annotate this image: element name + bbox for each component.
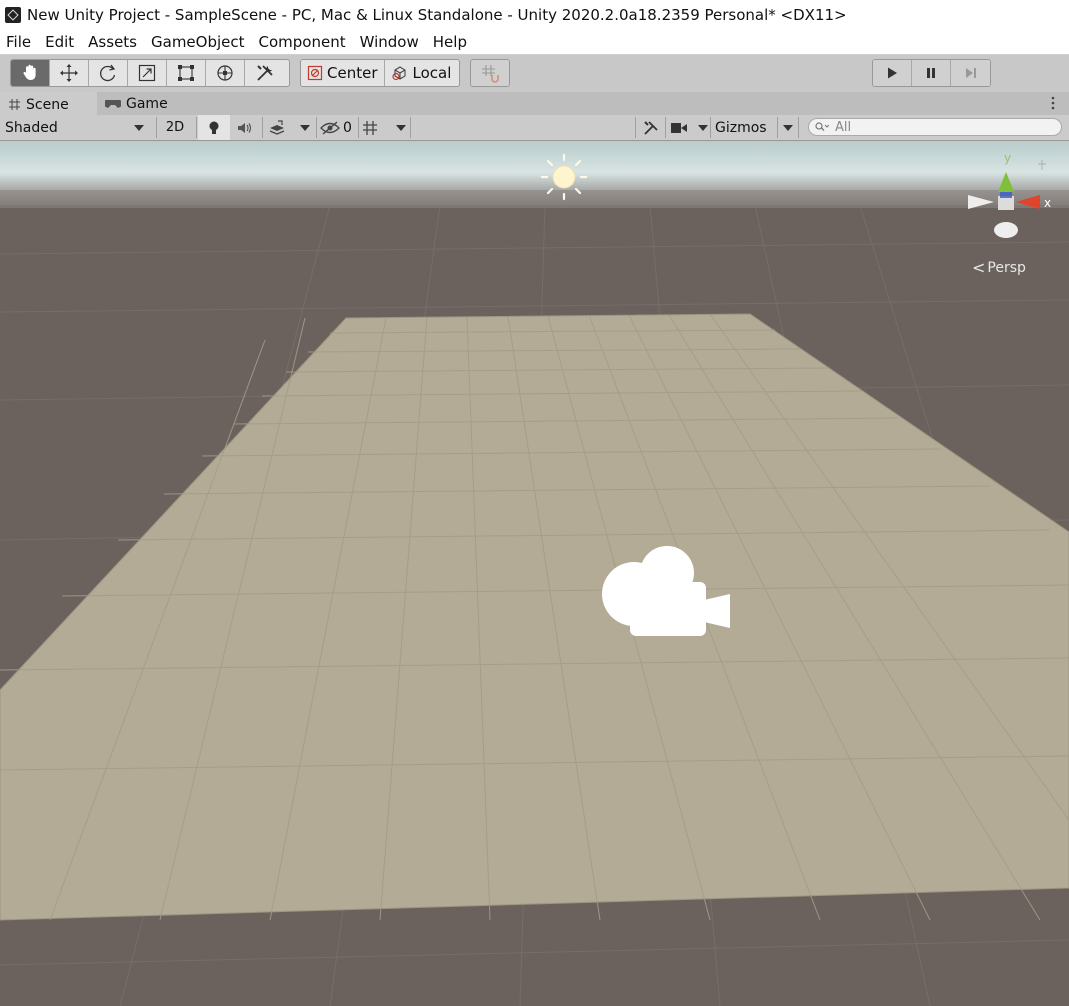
- grid-snap-icon: [482, 65, 499, 83]
- scene-toolbar: Shaded 2D 0 Gizmos All: [0, 115, 1069, 141]
- tab-game-label: Game: [126, 95, 168, 112]
- rect-tool-button[interactable]: [167, 60, 206, 86]
- unity-app-icon: [5, 7, 21, 23]
- lightbulb-icon: [209, 121, 219, 134]
- scale-tool-icon: [138, 64, 156, 82]
- gizmos-dropdown[interactable]: [780, 115, 796, 140]
- gizmos-label: Gizmos: [715, 119, 767, 136]
- menu-file[interactable]: File: [0, 33, 38, 51]
- speaker-icon: [238, 122, 252, 133]
- menu-gameobject[interactable]: GameObject: [144, 33, 252, 51]
- 2d-toggle-label: 2D: [165, 120, 185, 135]
- menu-help[interactable]: Help: [426, 33, 474, 51]
- window-title: New Unity Project - SampleScene - PC, Ma…: [27, 6, 847, 24]
- chevron-down-icon: [396, 124, 406, 131]
- grid-icon: [363, 120, 377, 135]
- main-toolbar: Center Local: [0, 55, 1069, 92]
- grid-snap-button[interactable]: [471, 60, 509, 86]
- rotate-tool-icon: [100, 64, 116, 82]
- rect-tool-icon: [178, 65, 194, 81]
- playback-controls: [872, 59, 991, 87]
- move-tool-button[interactable]: [50, 60, 89, 86]
- gamepad-icon: [105, 98, 121, 110]
- chevron-down-icon: [300, 124, 310, 131]
- menu-assets[interactable]: Assets: [81, 33, 144, 51]
- rotate-tool-button[interactable]: [89, 60, 128, 86]
- pivot-rotation-label: Local: [412, 64, 452, 82]
- tab-scene[interactable]: Scene: [0, 92, 97, 115]
- hand-tool-button[interactable]: [11, 60, 50, 86]
- y-axis-cone[interactable]: [998, 172, 1014, 192]
- pause-button[interactable]: [912, 60, 951, 86]
- menu-window[interactable]: Window: [353, 33, 426, 51]
- menu-component[interactable]: Component: [252, 33, 353, 51]
- play-icon: [888, 67, 897, 79]
- draw-mode-label: Shaded: [5, 119, 58, 136]
- tab-game[interactable]: Game: [97, 92, 176, 115]
- transform-tool-button[interactable]: [206, 60, 245, 86]
- move-tool-icon: [60, 64, 78, 82]
- scene-render: [0, 141, 1069, 1006]
- step-button[interactable]: [951, 60, 990, 86]
- scene-tools-button[interactable]: [639, 115, 663, 140]
- neg-x-axis-cone[interactable]: [968, 195, 994, 209]
- custom-tool-icon: [256, 65, 273, 81]
- x-axis-label: x: [1044, 196, 1051, 210]
- step-icon: [965, 68, 976, 78]
- local-rotation-icon: [391, 65, 409, 81]
- hand-tool-icon: [23, 64, 36, 80]
- gizmos-button[interactable]: Gizmos: [715, 115, 775, 140]
- effects-dropdown[interactable]: [264, 115, 314, 140]
- orientation-gizmo[interactable]: y x: [958, 150, 1058, 246]
- tools-icon: [644, 120, 658, 135]
- pivot-mode-button[interactable]: Center: [301, 60, 385, 86]
- chevron-down-icon: [134, 124, 144, 131]
- menu-edit[interactable]: Edit: [38, 33, 81, 51]
- play-button[interactable]: [873, 60, 912, 86]
- hidden-objects-toggle[interactable]: 0: [320, 115, 356, 140]
- scene-viewport[interactable]: y x < Persp: [0, 141, 1069, 1006]
- camera-settings-dropdown[interactable]: [670, 115, 708, 140]
- pause-icon: [927, 68, 935, 78]
- center-cube[interactable]: [998, 196, 1014, 210]
- chevron-down-icon: [698, 124, 708, 131]
- scene-search-input[interactable]: [833, 118, 1057, 136]
- pivot-center-icon: [307, 65, 323, 81]
- projection-label: Persp: [987, 259, 1026, 276]
- grid-hash-icon: [8, 98, 21, 111]
- pivot-rotation-button[interactable]: Local: [384, 60, 458, 86]
- grid-dropdown[interactable]: [362, 115, 410, 140]
- eye-slash-icon: [320, 120, 340, 135]
- transform-tools: [10, 59, 290, 87]
- scene-tab-bar: Scene Game: [0, 92, 1069, 115]
- video-camera-icon: [671, 122, 687, 133]
- custom-tool-button[interactable]: [245, 60, 284, 86]
- chevron-down-icon: [783, 124, 793, 131]
- pivot-mode-label: Center: [327, 64, 378, 82]
- y-axis-label: y: [1004, 151, 1011, 165]
- window-titlebar: New Unity Project - SampleScene - PC, Ma…: [0, 0, 1069, 30]
- lock-icon[interactable]: [1038, 160, 1046, 170]
- layers-effects-icon: [269, 119, 285, 135]
- scale-tool-button[interactable]: [128, 60, 167, 86]
- draw-mode-dropdown[interactable]: Shaded: [5, 115, 150, 140]
- scene-search-field[interactable]: [808, 118, 1062, 136]
- audio-toggle[interactable]: [230, 115, 260, 140]
- search-icon: [815, 122, 829, 131]
- panel-menu-icon[interactable]: [1051, 96, 1055, 114]
- 2d-toggle-button[interactable]: 2D: [160, 115, 190, 140]
- lighting-toggle[interactable]: [198, 115, 230, 140]
- menu-bar: File Edit Assets GameObject Component Wi…: [0, 30, 1069, 55]
- x-axis-cone[interactable]: [1016, 195, 1040, 209]
- snap-group: [470, 59, 510, 87]
- hidden-objects-count: 0: [343, 119, 352, 136]
- transform-tool-icon: [217, 65, 233, 81]
- projection-toggle[interactable]: < Persp: [972, 258, 1026, 277]
- chevron-left-icon: <: [972, 258, 986, 277]
- tab-scene-label: Scene: [26, 96, 69, 113]
- pivot-controls: Center Local: [300, 59, 460, 87]
